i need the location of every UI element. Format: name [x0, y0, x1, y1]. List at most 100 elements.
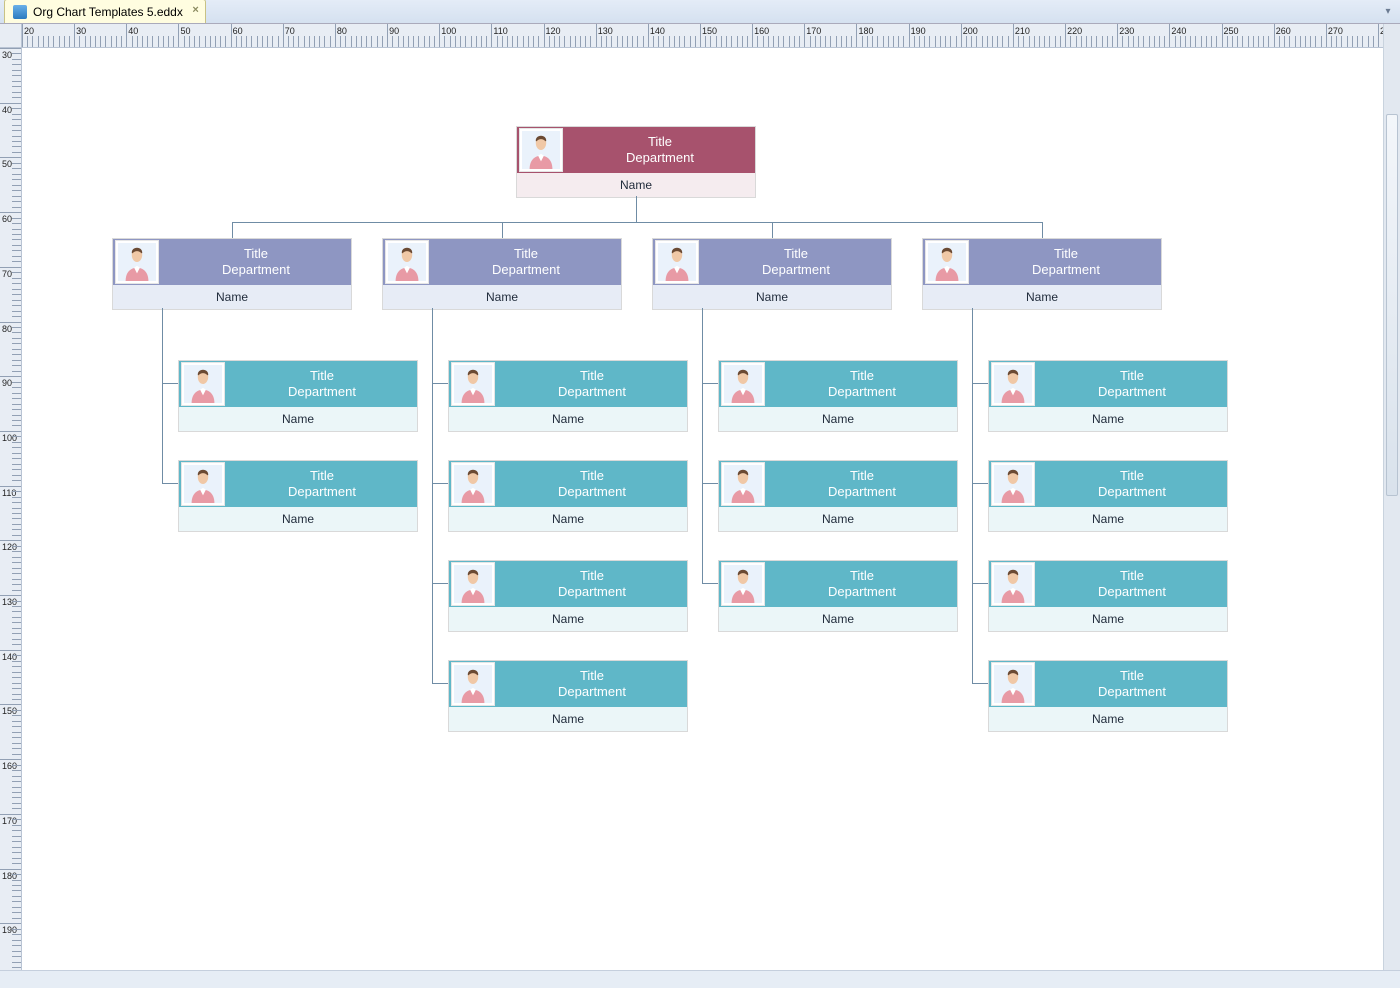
- org-node-department: Department: [161, 262, 351, 278]
- org-node-header: TitleDepartment: [989, 361, 1227, 407]
- org-node-title: Title: [701, 246, 891, 262]
- org-node-department: Department: [701, 262, 891, 278]
- org-node-header: TitleDepartment: [517, 127, 755, 173]
- org-node-staff-0-1[interactable]: TitleDepartment Name: [178, 460, 418, 532]
- org-node-header: TitleDepartment: [719, 461, 957, 507]
- avatar: [721, 362, 765, 406]
- connector: [702, 383, 718, 384]
- org-node-header: TitleDepartment: [449, 461, 687, 507]
- org-node-department: Department: [565, 150, 755, 166]
- connector: [232, 222, 1042, 223]
- org-node-name: Name: [989, 507, 1227, 531]
- connector: [972, 583, 988, 584]
- person-icon: [454, 565, 492, 603]
- tab-close-icon[interactable]: ×: [192, 4, 198, 16]
- org-node-header: TitleDepartment: [719, 561, 957, 607]
- org-node-name: Name: [923, 285, 1161, 309]
- org-node-title-block: TitleDepartment: [1037, 568, 1227, 601]
- avatar: [181, 362, 225, 406]
- vertical-scrollbar[interactable]: [1383, 24, 1400, 970]
- org-node-staff-3-3[interactable]: TitleDepartment Name: [988, 660, 1228, 732]
- org-node-staff-3-2[interactable]: TitleDepartment Name: [988, 560, 1228, 632]
- org-node-staff-0-0[interactable]: TitleDepartmentName: [178, 360, 418, 432]
- org-node-name: Name: [449, 407, 687, 431]
- avatar: [181, 462, 225, 506]
- document-tab[interactable]: Org Chart Templates 5.eddx ×: [4, 0, 206, 23]
- org-node-title: Title: [161, 246, 351, 262]
- org-node-department: Department: [1037, 484, 1227, 500]
- avatar: [721, 462, 765, 506]
- org-node-name: Name: [989, 607, 1227, 631]
- canvas[interactable]: TitleDepartmentName TitleDepartmentName …: [22, 48, 1382, 958]
- connector: [432, 308, 433, 684]
- org-node-name: Name: [179, 507, 417, 531]
- org-node-title-block: TitleDepartment: [227, 468, 417, 501]
- org-node-name: Name: [719, 507, 957, 531]
- connector: [772, 222, 773, 238]
- org-node-department: Department: [227, 484, 417, 500]
- org-node-header: TitleDepartment: [449, 661, 687, 707]
- org-node-title-block: TitleDepartment: [1037, 668, 1227, 701]
- person-icon: [454, 465, 492, 503]
- org-node-manager-0[interactable]: TitleDepartmentName: [112, 238, 352, 310]
- org-node-staff-1-0[interactable]: TitleDepartment Name: [448, 360, 688, 432]
- connector: [972, 383, 988, 384]
- connector: [162, 308, 163, 484]
- connector: [636, 196, 637, 222]
- org-node-title: Title: [227, 368, 417, 384]
- org-node-staff-1-2[interactable]: TitleDepartmentName: [448, 560, 688, 632]
- status-bar: [0, 970, 1400, 988]
- org-node-staff-3-1[interactable]: TitleDepartmentName: [988, 460, 1228, 532]
- person-icon: [994, 465, 1032, 503]
- org-node-title-block: TitleDepartment: [161, 246, 351, 279]
- org-node-manager-3[interactable]: TitleDepartmentName: [922, 238, 1162, 310]
- avatar: [991, 662, 1035, 706]
- org-node-title: Title: [1037, 568, 1227, 584]
- avatar: [655, 240, 699, 284]
- app-icon: [13, 5, 27, 19]
- person-icon: [388, 243, 426, 281]
- scroll-thumb[interactable]: [1386, 114, 1398, 496]
- org-node-department: Department: [497, 384, 687, 400]
- org-node-name: Name: [989, 707, 1227, 731]
- org-node-staff-1-1[interactable]: TitleDepartmentName: [448, 460, 688, 532]
- org-node-staff-2-1[interactable]: TitleDepartment Name: [718, 460, 958, 532]
- org-node-title: Title: [227, 468, 417, 484]
- org-node-name: Name: [449, 707, 687, 731]
- org-node-name: Name: [449, 507, 687, 531]
- org-node-manager-2[interactable]: TitleDepartment Name: [652, 238, 892, 310]
- org-node-department: Department: [431, 262, 621, 278]
- connector: [702, 583, 718, 584]
- org-node-department: Department: [767, 484, 957, 500]
- connector: [702, 308, 703, 584]
- org-node-department: Department: [767, 584, 957, 600]
- org-node-title: Title: [497, 368, 687, 384]
- connector: [432, 683, 448, 684]
- org-node-department: Department: [1037, 384, 1227, 400]
- tab-bar: Org Chart Templates 5.eddx × ▾: [0, 0, 1400, 24]
- org-node-department: Department: [497, 484, 687, 500]
- org-node-header: TitleDepartment: [449, 561, 687, 607]
- org-node-staff-3-0[interactable]: TitleDepartmentName: [988, 360, 1228, 432]
- org-node-root-0[interactable]: TitleDepartmentName: [516, 126, 756, 198]
- avatar: [991, 462, 1035, 506]
- org-node-name: Name: [653, 285, 891, 309]
- person-icon: [454, 365, 492, 403]
- org-node-name: Name: [179, 407, 417, 431]
- org-node-staff-1-3[interactable]: TitleDepartmentName: [448, 660, 688, 732]
- org-node-staff-2-0[interactable]: TitleDepartmentName: [718, 360, 958, 432]
- org-node-staff-2-2[interactable]: TitleDepartmentName: [718, 560, 958, 632]
- person-icon: [724, 465, 762, 503]
- org-node-manager-1[interactable]: TitleDepartmentName: [382, 238, 622, 310]
- org-node-title: Title: [767, 368, 957, 384]
- org-node-title-block: TitleDepartment: [565, 134, 755, 167]
- org-node-header: TitleDepartment: [923, 239, 1161, 285]
- org-node-title-block: TitleDepartment: [767, 468, 957, 501]
- person-icon: [994, 565, 1032, 603]
- person-icon: [994, 365, 1032, 403]
- ruler-corner: [0, 24, 22, 48]
- canvas-viewport[interactable]: TitleDepartmentName TitleDepartmentName …: [22, 48, 1400, 970]
- org-node-title: Title: [497, 668, 687, 684]
- tab-overflow-icon[interactable]: ▾: [1380, 3, 1396, 19]
- org-node-title-block: TitleDepartment: [701, 246, 891, 279]
